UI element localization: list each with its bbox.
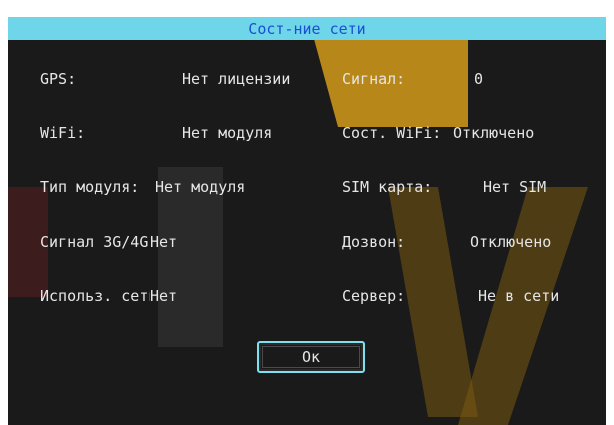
sim-card-value: Нет SIM [483, 178, 547, 196]
sim-card-label: SIM карта: [342, 178, 433, 196]
network-used-value: Нет [150, 287, 178, 305]
dialog-title: Сост-ние сети [248, 19, 366, 38]
wifi-label: WiFi: [40, 124, 86, 142]
dial-value: Отключено [470, 233, 552, 251]
network-status-dialog: Сост-ние сети GPS: Нет лицензии Сигнал: … [8, 17, 606, 425]
network-used-label: Использ. сеть [40, 287, 150, 305]
server-label: Сервер: [342, 287, 406, 305]
signal-3g4g-label: Сигнал 3G/4G [40, 233, 149, 251]
title-bar: Сост-ние сети [8, 17, 606, 40]
module-type-value: Нет модуля [155, 178, 246, 196]
wifi-status-value: Отключено [453, 124, 535, 142]
signal-3g4g-value: Нет [150, 233, 178, 251]
signal-label: Сигнал: [342, 70, 406, 88]
dial-label: Дозвон: [342, 233, 406, 251]
wifi-status-label: Сост. WiFi: [342, 124, 442, 142]
server-value: Не в сети [478, 287, 560, 305]
ok-button[interactable]: Ок [257, 341, 365, 373]
wifi-value: Нет модуля [182, 124, 273, 142]
ok-button-label: Ок [301, 348, 321, 366]
gps-value: Нет лицензии [182, 70, 291, 88]
gps-label: GPS: [40, 70, 77, 88]
signal-value: 0 [474, 70, 484, 88]
